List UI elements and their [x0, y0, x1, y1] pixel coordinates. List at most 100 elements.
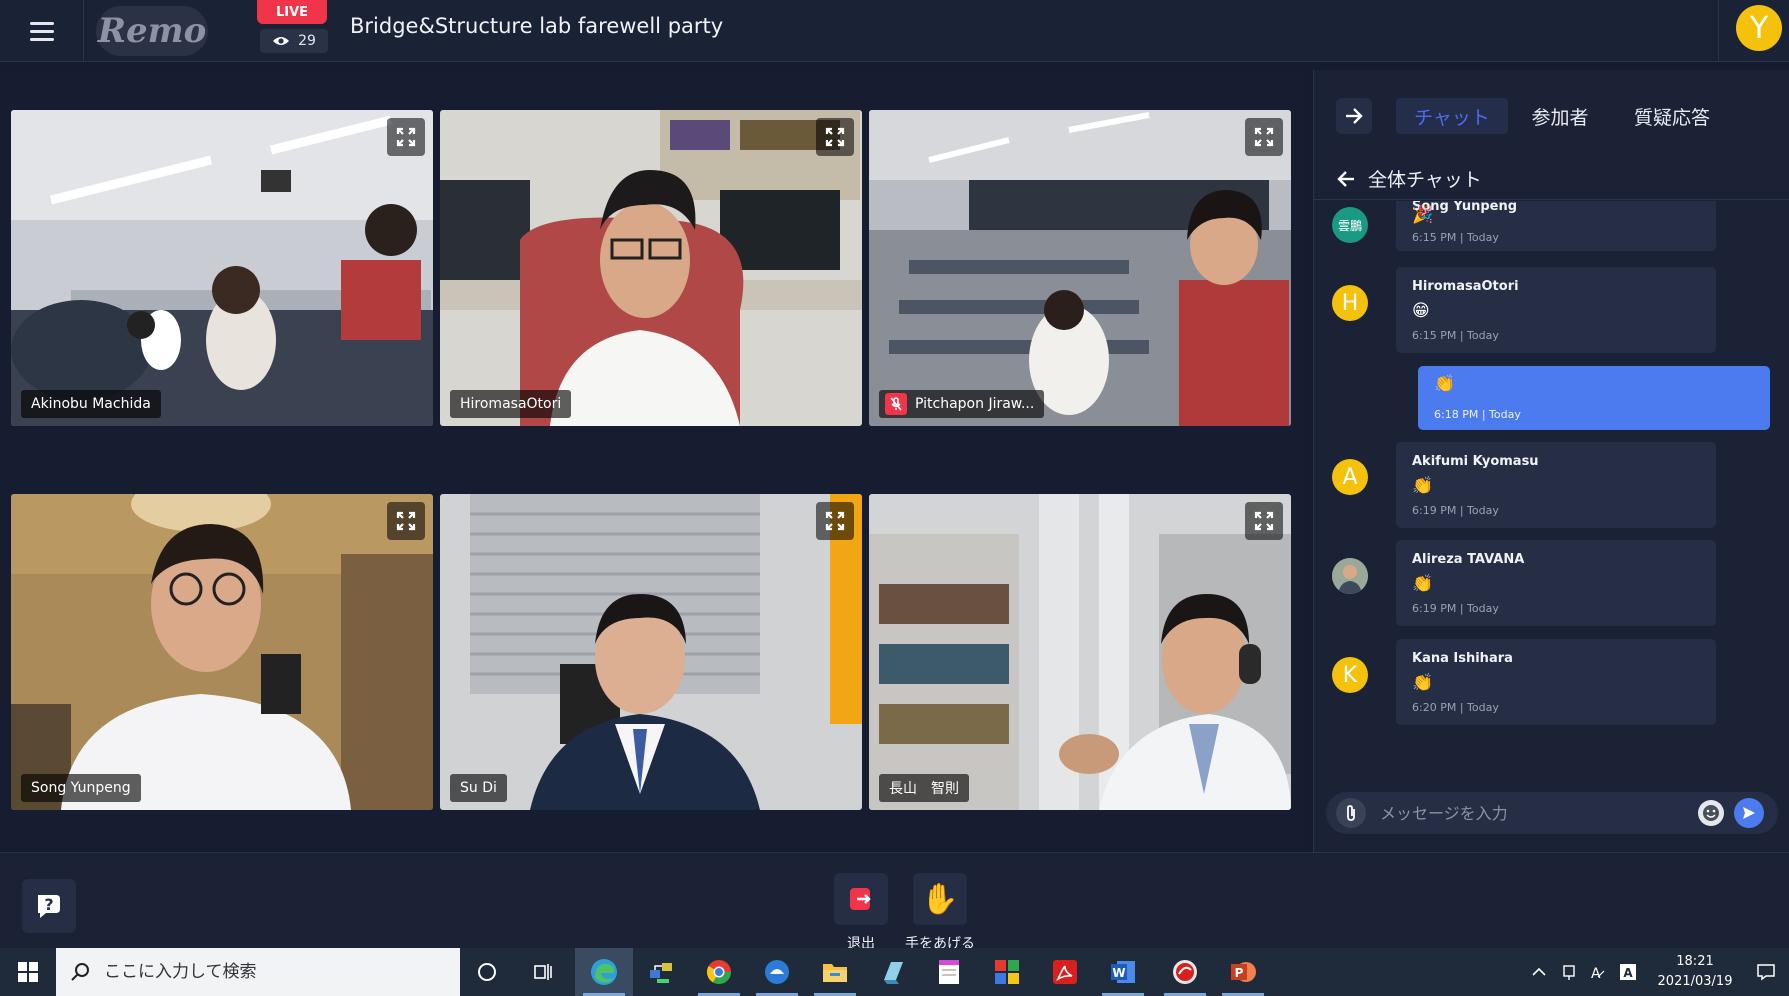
message-emoji: 👏: [1412, 476, 1434, 496]
cortana-icon[interactable]: [458, 948, 516, 996]
video-feed: [11, 110, 433, 426]
notes-app-icon[interactable]: [864, 948, 922, 996]
taskbar-search-input[interactable]: [104, 962, 404, 982]
side-panel: チャット 参加者 質疑応答 全体チャット 雲鵬 Song Yunpeng 🎉 6…: [1313, 70, 1789, 852]
chat-header: 全体チャット: [1314, 158, 1789, 200]
emoji-picker-icon[interactable]: [1698, 800, 1724, 826]
fullscreen-icon[interactable]: [1245, 118, 1283, 156]
video-tile[interactable]: 長山 智則: [869, 494, 1291, 810]
tab-chat[interactable]: チャット: [1396, 98, 1508, 134]
my-chat-message: 👏 6:18 PM | Today: [1418, 366, 1770, 430]
sticky-notes-icon[interactable]: [920, 948, 978, 996]
tab-participants[interactable]: 参加者: [1516, 98, 1604, 134]
taskbar-search[interactable]: [56, 948, 460, 996]
message-time: 6:15 PM | Today: [1412, 231, 1499, 244]
paperclip-icon[interactable]: [1336, 798, 1366, 828]
live-badge: LIVE: [257, 0, 327, 24]
video-tile[interactable]: HiromasaOtori: [440, 110, 862, 426]
taskbar-clock[interactable]: 18:21 2021/03/19: [1650, 952, 1740, 992]
video-feed: [11, 494, 433, 810]
remo-app: Remo LIVE 29 Bridge&Structure lab farewe…: [0, 0, 1789, 996]
collapse-panel-button[interactable]: [1336, 98, 1372, 134]
acrobat-icon[interactable]: [1036, 948, 1094, 996]
tray-network-icon[interactable]: [1556, 948, 1582, 996]
user-avatar[interactable]: Y: [1736, 5, 1782, 51]
mic-muted-icon: [885, 393, 907, 415]
message-emoji: 🎉: [1412, 205, 1434, 225]
participant-name-tag: Pitchapon Jiraw...: [879, 390, 1045, 418]
powerpoint-icon[interactable]: P: [1214, 948, 1272, 996]
video-feed: [869, 494, 1291, 810]
fullscreen-icon[interactable]: [816, 118, 854, 156]
word-icon[interactable]: W: [1094, 948, 1152, 996]
chat-message: HiromasaOtori 😁 6:15 PM | Today: [1396, 267, 1716, 353]
video-stage: Akinobu Machida HiromasaOtori Pitchapon …: [0, 72, 1304, 850]
viewer-count: 29: [298, 33, 316, 49]
chat-message-input[interactable]: [1380, 798, 1680, 828]
message-time: 6:15 PM | Today: [1412, 329, 1499, 342]
security-app-icon[interactable]: [1156, 948, 1214, 996]
fullscreen-icon[interactable]: [816, 502, 854, 540]
bottom-control-bar: ? 退出 ✋ 手をあげる: [0, 852, 1789, 952]
message-time: 6:20 PM | Today: [1412, 701, 1499, 714]
message-time: 6:19 PM | Today: [1412, 504, 1499, 517]
message-sender: Alireza TAVANA: [1412, 552, 1525, 567]
raise-hand-control[interactable]: ✋ 手をあげる: [890, 873, 990, 953]
help-button[interactable]: ?: [22, 879, 76, 933]
fullscreen-icon[interactable]: [387, 502, 425, 540]
message-emoji: 👏: [1434, 374, 1456, 394]
video-tile[interactable]: Su Di: [440, 494, 862, 810]
remo-logo: Remo: [96, 6, 208, 56]
photo-app-icon[interactable]: [978, 948, 1036, 996]
message-list[interactable]: 雲鵬 Song Yunpeng 🎉 6:15 PM | Today H Hiro…: [1314, 201, 1789, 741]
fullscreen-icon[interactable]: [1245, 502, 1283, 540]
video-feed: [440, 110, 862, 426]
network-app-icon[interactable]: [632, 948, 690, 996]
send-icon[interactable]: [1734, 798, 1764, 828]
notification-icon[interactable]: [1748, 948, 1784, 996]
chrome-icon[interactable]: [690, 948, 748, 996]
avatar: K: [1332, 657, 1368, 693]
chat-message: Alireza TAVANA 👏 6:19 PM | Today: [1396, 540, 1716, 626]
task-view-icon[interactable]: [514, 948, 572, 996]
remo-app-icon[interactable]: [748, 948, 806, 996]
message-time: 6:19 PM | Today: [1412, 602, 1499, 615]
chat-message: Kana Ishihara 👏 6:20 PM | Today: [1396, 639, 1716, 725]
message-sender: Kana Ishihara: [1412, 651, 1513, 666]
video-feed: [440, 494, 862, 810]
help-chat-icon: ?: [38, 895, 60, 918]
svg-text:A: A: [1623, 966, 1633, 980]
top-header: Remo LIVE 29 Bridge&Structure lab farewe…: [0, 0, 1789, 62]
video-tile[interactable]: Pitchapon Jiraw...: [869, 110, 1291, 426]
tray-ime-icon[interactable]: A: [1584, 948, 1610, 996]
chat-message: Akifumi Kyomasu 👏 6:19 PM | Today: [1396, 442, 1716, 528]
edge-icon[interactable]: [575, 948, 633, 996]
fullscreen-icon[interactable]: [387, 118, 425, 156]
avatar: 雲鵬: [1332, 207, 1368, 243]
svg-text:P: P: [1235, 966, 1244, 980]
svg-text:A: A: [1591, 966, 1601, 981]
video-tile[interactable]: Song Yunpeng: [11, 494, 433, 810]
viewer-count-badge: 29: [260, 29, 328, 53]
hand-icon: ✋: [921, 881, 959, 917]
message-time: 6:18 PM | Today: [1434, 408, 1521, 421]
tab-qa[interactable]: 質疑応答: [1612, 98, 1732, 134]
tray-chevron-up-icon[interactable]: [1526, 948, 1552, 996]
raise-hand-button[interactable]: ✋: [913, 873, 967, 925]
leave-button[interactable]: [834, 873, 888, 925]
message-emoji: 😁: [1412, 301, 1430, 321]
message-emoji: 👏: [1412, 673, 1434, 693]
message-sender: Akifumi Kyomasu: [1412, 454, 1539, 469]
participant-name: Pitchapon Jiraw...: [915, 396, 1035, 412]
tray-input-mode-icon[interactable]: A: [1614, 948, 1642, 996]
svg-text:W: W: [1112, 966, 1125, 980]
windows-start-icon[interactable]: [0, 948, 56, 996]
file-explorer-icon[interactable]: [806, 948, 864, 996]
video-tile[interactable]: Akinobu Machida: [11, 110, 433, 426]
arrow-left-icon[interactable]: [1336, 170, 1356, 188]
arrow-right-icon: [1346, 108, 1363, 124]
hamburger-menu-icon[interactable]: [22, 16, 62, 46]
chat-title: 全体チャット: [1368, 169, 1482, 191]
clock-time: 18:21: [1676, 954, 1714, 969]
clock-date: 2021/03/19: [1657, 974, 1733, 989]
